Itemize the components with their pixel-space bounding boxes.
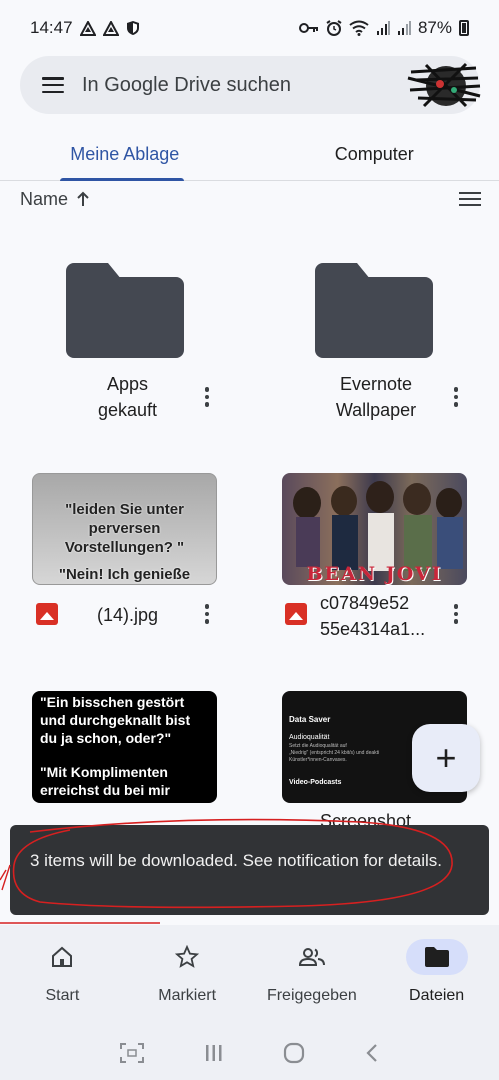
- sort-label: Name: [20, 188, 69, 209]
- more-options-icon[interactable]: [453, 604, 459, 624]
- snackbar: 3 items will be downloaded. See notifica…: [10, 825, 489, 915]
- screenshot-capture-icon[interactable]: [119, 1042, 144, 1063]
- tab-bar: Meine Ablage Computer: [0, 128, 499, 181]
- home-button-icon[interactable]: [283, 1042, 305, 1064]
- battery-icon: [459, 20, 469, 36]
- battery-percent: 87%: [417, 18, 452, 37]
- thumb-caption: BEAN JOVI: [306, 563, 443, 585]
- avatar[interactable]: [406, 60, 482, 110]
- nav-label: Markiert: [158, 987, 217, 1004]
- tab-meine-ablage[interactable]: Meine Ablage: [0, 128, 250, 181]
- thumb-text: und durchgeknallt bist: [40, 712, 191, 728]
- item-name: Apps gekauft: [97, 374, 158, 420]
- image-thumbnail[interactable]: BEAN JOVI: [282, 473, 467, 585]
- image-thumbnail[interactable]: "leiden Sie unter perversen Vorstellunge…: [32, 473, 217, 585]
- people-icon: [298, 948, 325, 966]
- search-bar[interactable]: In Google Drive suchen: [20, 56, 482, 114]
- arrow-up-icon: [77, 191, 89, 206]
- nav-label: Freigegeben: [266, 987, 357, 1004]
- thumb-text: erreichst du bei mir: [40, 782, 170, 798]
- image-thumbnail[interactable]: "Ein bisschen gestört und durchgeknallt …: [32, 691, 217, 803]
- status-bar: 14:47 87%: [0, 0, 499, 56]
- tab-label: Computer: [334, 143, 414, 164]
- alarm-icon: [326, 20, 342, 36]
- sort-row: Name: [20, 184, 481, 214]
- bottom-navigation: Start Markiert Freigegeben Dateien: [0, 925, 499, 1025]
- nav-freigegeben[interactable]: Freigegeben: [250, 925, 375, 1025]
- key-icon: [298, 23, 318, 33]
- thumb-text: perversen: [88, 520, 161, 537]
- nav-label: Dateien: [409, 987, 465, 1004]
- signal-icon: [397, 21, 411, 35]
- wifi-icon: [349, 20, 369, 36]
- item-name: Evernote Wallpaper: [335, 374, 417, 420]
- add-button[interactable]: +: [412, 724, 480, 792]
- signal-icon: [376, 21, 390, 35]
- thumb-text: "leiden Sie unter: [65, 501, 184, 518]
- more-options-icon[interactable]: [204, 604, 210, 624]
- image-file-icon: [36, 603, 58, 625]
- thumb-text: "Mit Komplimenten: [40, 764, 168, 780]
- folder-icon[interactable]: [66, 263, 184, 358]
- shield-icon: [126, 21, 139, 35]
- thumb-text: "Ein bisschen gestört: [40, 694, 185, 710]
- nav-markiert[interactable]: Markiert: [125, 925, 250, 1025]
- tab-label: Meine Ablage: [70, 143, 180, 164]
- nav-label: Start: [45, 987, 80, 1004]
- star-icon: [175, 945, 200, 968]
- tab-computer[interactable]: Computer: [250, 128, 499, 180]
- status-time: 14:47: [30, 18, 73, 37]
- more-options-icon[interactable]: [453, 387, 459, 407]
- nav-dateien[interactable]: Dateien: [374, 925, 499, 1025]
- nav-start[interactable]: Start: [0, 925, 125, 1025]
- thumb-text: Vorstellungen? ": [64, 539, 185, 556]
- home-icon: [52, 946, 73, 967]
- drive-sync-icon: [79, 20, 96, 36]
- more-options-icon[interactable]: [204, 387, 210, 407]
- list-view-icon[interactable]: [459, 192, 481, 206]
- back-icon[interactable]: [365, 1043, 379, 1063]
- menu-icon[interactable]: [42, 77, 64, 93]
- plus-icon: +: [435, 737, 457, 778]
- folder-icon[interactable]: [315, 263, 433, 358]
- snackbar-message: 3 items will be downloaded. See notifica…: [30, 851, 443, 870]
- drive-sync-icon: [102, 20, 119, 36]
- thumb-text: du ja schon, oder?": [40, 730, 172, 746]
- image-file-icon: [285, 603, 307, 625]
- recent-apps-icon[interactable]: [204, 1044, 224, 1062]
- thumb-text: "Nein! Ich genieße: [58, 566, 191, 583]
- folder-icon: [424, 947, 449, 967]
- system-navigation-bar: [0, 1025, 499, 1080]
- sort-button[interactable]: Name: [20, 189, 90, 210]
- item-name: (14).jpg: [96, 605, 159, 625]
- item-name: c07849e52 55e4314a1...: [320, 593, 426, 639]
